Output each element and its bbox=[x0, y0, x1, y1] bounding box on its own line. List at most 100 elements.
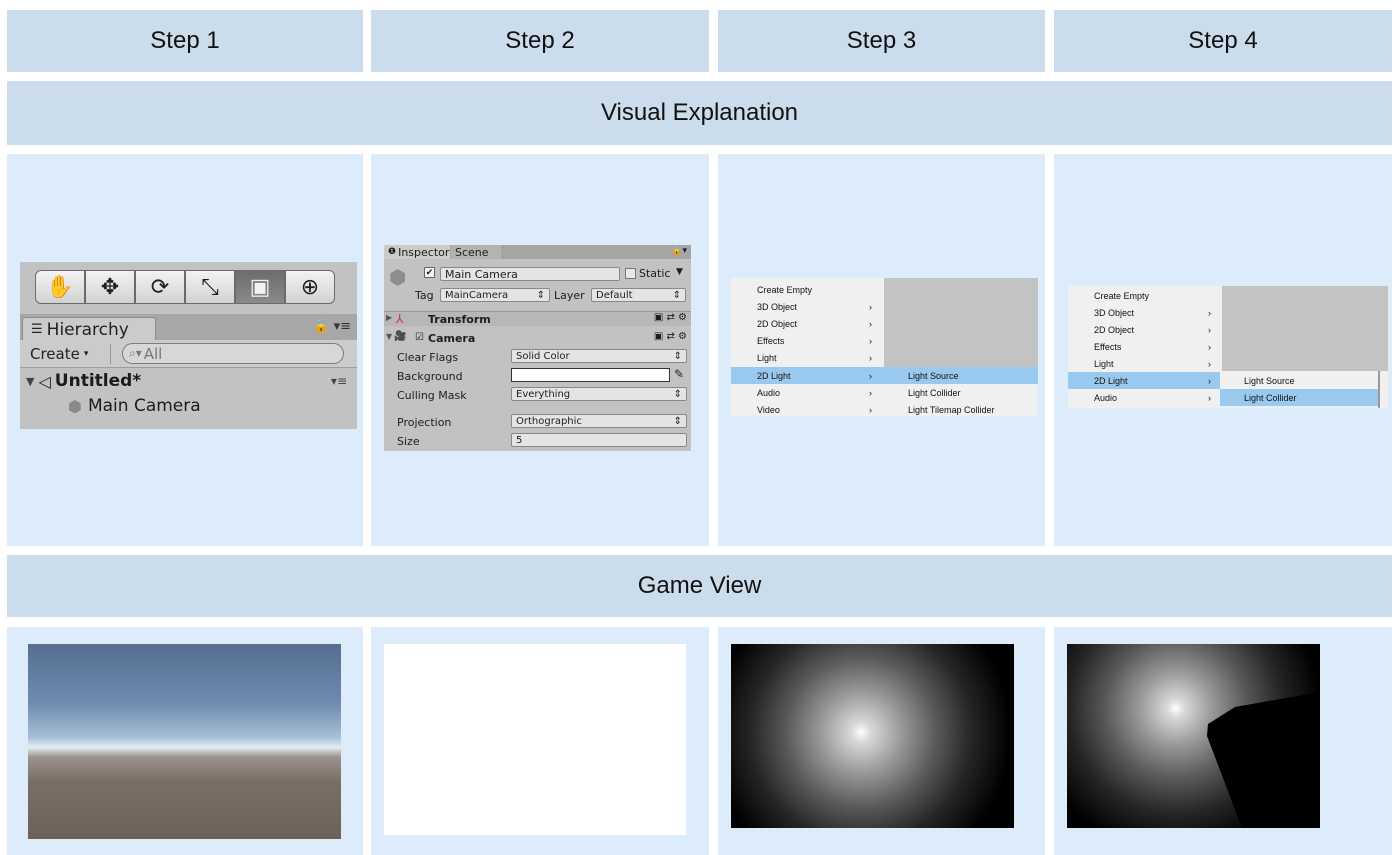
transform-tool-button[interactable]: ⊕ bbox=[285, 270, 335, 304]
unity-hierarchy-screenshot: ✋ ✥ ⟳ ⤡ ▣ ⊕ ☰ Hierarchy 🔒 ▾≡ Create ▾ ⌕▾… bbox=[20, 262, 357, 429]
scene-row[interactable]: ▼ ◁ Untitled* ▾≡ bbox=[20, 368, 357, 394]
menu-item-label: 3D Object bbox=[757, 301, 798, 312]
submenu-item-light-collider[interactable]: Light Collider bbox=[1220, 389, 1378, 406]
menu-item-label: 2D Object bbox=[757, 318, 798, 329]
search-value: All bbox=[143, 344, 163, 363]
rotate-tool-button[interactable]: ⟳ bbox=[135, 270, 185, 304]
visual-explanation-title: Visual Explanation bbox=[600, 99, 799, 126]
unity-inspector-screenshot: ❶ Inspector Scene 🔒▾ ⬢ ✔ Main Camera Sta… bbox=[384, 245, 691, 451]
tag-label: Tag bbox=[415, 289, 434, 302]
create-button[interactable]: Create ▾ bbox=[30, 344, 88, 364]
hierarchy-item-main-camera[interactable]: ⬢ Main Camera bbox=[20, 393, 357, 419]
menu-item-label: Create Empty bbox=[1094, 290, 1150, 301]
culling-mask-value: Everything bbox=[516, 388, 571, 400]
rect-tool-button[interactable]: ▣ bbox=[235, 270, 285, 304]
step-2-game-view-white bbox=[384, 644, 686, 835]
menu-item-light[interactable]: Light bbox=[731, 349, 884, 366]
menu-item-label: Light bbox=[1094, 358, 1114, 369]
info-icon: ❶ bbox=[388, 247, 397, 257]
expand-arrow-icon: ▼ bbox=[26, 374, 35, 388]
move-icon: ✥ bbox=[100, 274, 120, 300]
menu-item-label: Effects bbox=[757, 335, 785, 346]
collapse-arrow-icon: ▶ bbox=[386, 313, 393, 322]
size-field[interactable]: 5 bbox=[511, 433, 687, 447]
lock-icon[interactable]: 🔒▾ bbox=[671, 246, 687, 256]
tab-inspector[interactable]: ❶ Inspector bbox=[384, 245, 450, 259]
menu-item-audio[interactable]: Audio bbox=[1068, 389, 1222, 406]
menu-item-2d-object[interactable]: 2D Object bbox=[731, 315, 884, 332]
move-tool-button[interactable]: ✥ bbox=[85, 270, 135, 304]
component-settings-icon[interactable]: ▣ ⇄ ⚙ bbox=[654, 331, 687, 342]
chevron-right-icon: › bbox=[1208, 307, 1211, 318]
static-dropdown-icon[interactable]: ▼ bbox=[676, 267, 683, 277]
chevron-right-icon: › bbox=[869, 404, 872, 415]
menu-item-2d-light[interactable]: 2D Light bbox=[1068, 372, 1222, 389]
camera-enabled-checkbox[interactable]: ☑ bbox=[415, 332, 424, 343]
submenu-item-light-tilemap-collider[interactable]: Light Tilemap Collider bbox=[884, 401, 1038, 418]
submenu-item-light-collider[interactable]: Light Collider bbox=[884, 384, 1038, 401]
layer-dropdown[interactable]: Default ⇕ bbox=[591, 288, 686, 302]
menu-item-label: Create Empty bbox=[757, 284, 813, 295]
menu-item-create-empty[interactable]: Create Empty bbox=[731, 281, 884, 298]
menu-item-effects[interactable]: Effects bbox=[731, 332, 884, 349]
static-checkbox[interactable] bbox=[625, 268, 636, 279]
chevron-right-icon: › bbox=[869, 301, 872, 312]
chevron-right-icon: › bbox=[869, 318, 872, 329]
culling-mask-label: Culling Mask bbox=[397, 389, 467, 402]
menu-item-label: 2D Light bbox=[757, 370, 791, 381]
camera-component-header[interactable]: ▼ 🎥 ☑ Camera ▣ ⇄ ⚙ bbox=[384, 331, 691, 346]
tab-controls[interactable]: 🔒 ▾≡ bbox=[313, 319, 351, 334]
tab-scene[interactable]: Scene bbox=[451, 245, 501, 259]
hierarchy-search-input[interactable]: ⌕▾ All bbox=[122, 343, 344, 364]
culling-mask-dropdown[interactable]: Everything ⇕ bbox=[511, 387, 687, 401]
object-name-field[interactable]: Main Camera bbox=[440, 267, 620, 281]
updown-icon: ⇕ bbox=[673, 350, 682, 362]
projection-label: Projection bbox=[397, 416, 452, 429]
hand-tool-button[interactable]: ✋ bbox=[35, 270, 85, 304]
menu-item-label: Audio bbox=[1094, 392, 1118, 403]
menu-item-create-empty[interactable]: Create Empty bbox=[1068, 287, 1222, 304]
chevron-right-icon: › bbox=[869, 387, 872, 398]
component-settings-icon[interactable]: ▣ ⇄ ⚙ bbox=[654, 312, 687, 323]
tag-value: MainCamera bbox=[445, 289, 509, 301]
clear-flags-label: Clear Flags bbox=[397, 351, 459, 364]
menu-item-3d-object[interactable]: 3D Object bbox=[731, 298, 884, 315]
menu-item-audio[interactable]: Audio bbox=[731, 384, 884, 401]
scene-menu-icon[interactable]: ▾≡ bbox=[331, 374, 347, 388]
menu-item-light[interactable]: Light bbox=[1068, 355, 1222, 372]
menu-item-video[interactable]: Video bbox=[731, 401, 884, 418]
chevron-right-icon: › bbox=[869, 352, 872, 363]
clear-flags-dropdown[interactable]: Solid Color ⇕ bbox=[511, 349, 687, 363]
menu-icon: ▾≡ bbox=[333, 319, 351, 334]
step-1-title: Step 1 bbox=[150, 27, 220, 54]
submenu-item-label: Light Collider bbox=[1244, 392, 1297, 403]
background-label: Background bbox=[397, 370, 463, 383]
gameobject-cube-icon: ⬢ bbox=[68, 396, 82, 416]
layer-value: Default bbox=[596, 289, 633, 301]
tab-scene-label: Scene bbox=[455, 245, 489, 259]
submenu-item-light-source[interactable]: Light Source bbox=[1220, 372, 1378, 389]
active-checkbox[interactable]: ✔ bbox=[424, 267, 435, 278]
updown-icon: ⇕ bbox=[672, 289, 681, 301]
scale-tool-button[interactable]: ⤡ bbox=[185, 270, 235, 304]
hierarchy-tab[interactable]: ☰ Hierarchy bbox=[22, 317, 156, 341]
updown-icon: ⇕ bbox=[673, 415, 682, 427]
inspector-tab-row: ❶ Inspector Scene 🔒▾ bbox=[384, 245, 691, 259]
rotate-icon: ⟳ bbox=[150, 274, 170, 300]
step-3-title: Step 3 bbox=[846, 27, 917, 54]
menu-item-2d-light[interactable]: 2D Light bbox=[731, 367, 884, 384]
background-color-field[interactable] bbox=[511, 368, 670, 382]
transform-component-header[interactable]: ▶ ⅄ Transform ▣ ⇄ ⚙ bbox=[384, 311, 691, 326]
submenu-item-light-source[interactable]: Light Source bbox=[884, 367, 1038, 384]
eyedropper-icon[interactable]: ✎ bbox=[674, 367, 684, 381]
tag-dropdown[interactable]: MainCamera ⇕ bbox=[440, 288, 550, 302]
menu-item-3d-object[interactable]: 3D Object bbox=[1068, 304, 1222, 321]
menu-item-2d-object[interactable]: 2D Object bbox=[1068, 321, 1222, 338]
menu-item-effects[interactable]: Effects bbox=[1068, 338, 1222, 355]
step-1-header: Step 1 bbox=[7, 10, 363, 72]
submenu-item-label: Light Collider bbox=[908, 387, 961, 398]
projection-dropdown[interactable]: Orthographic ⇕ bbox=[511, 414, 687, 428]
object-name-value: Main Camera bbox=[445, 267, 518, 281]
step-4-game-view-shadow bbox=[1067, 644, 1320, 828]
menu-item-label: Effects bbox=[1094, 341, 1122, 352]
